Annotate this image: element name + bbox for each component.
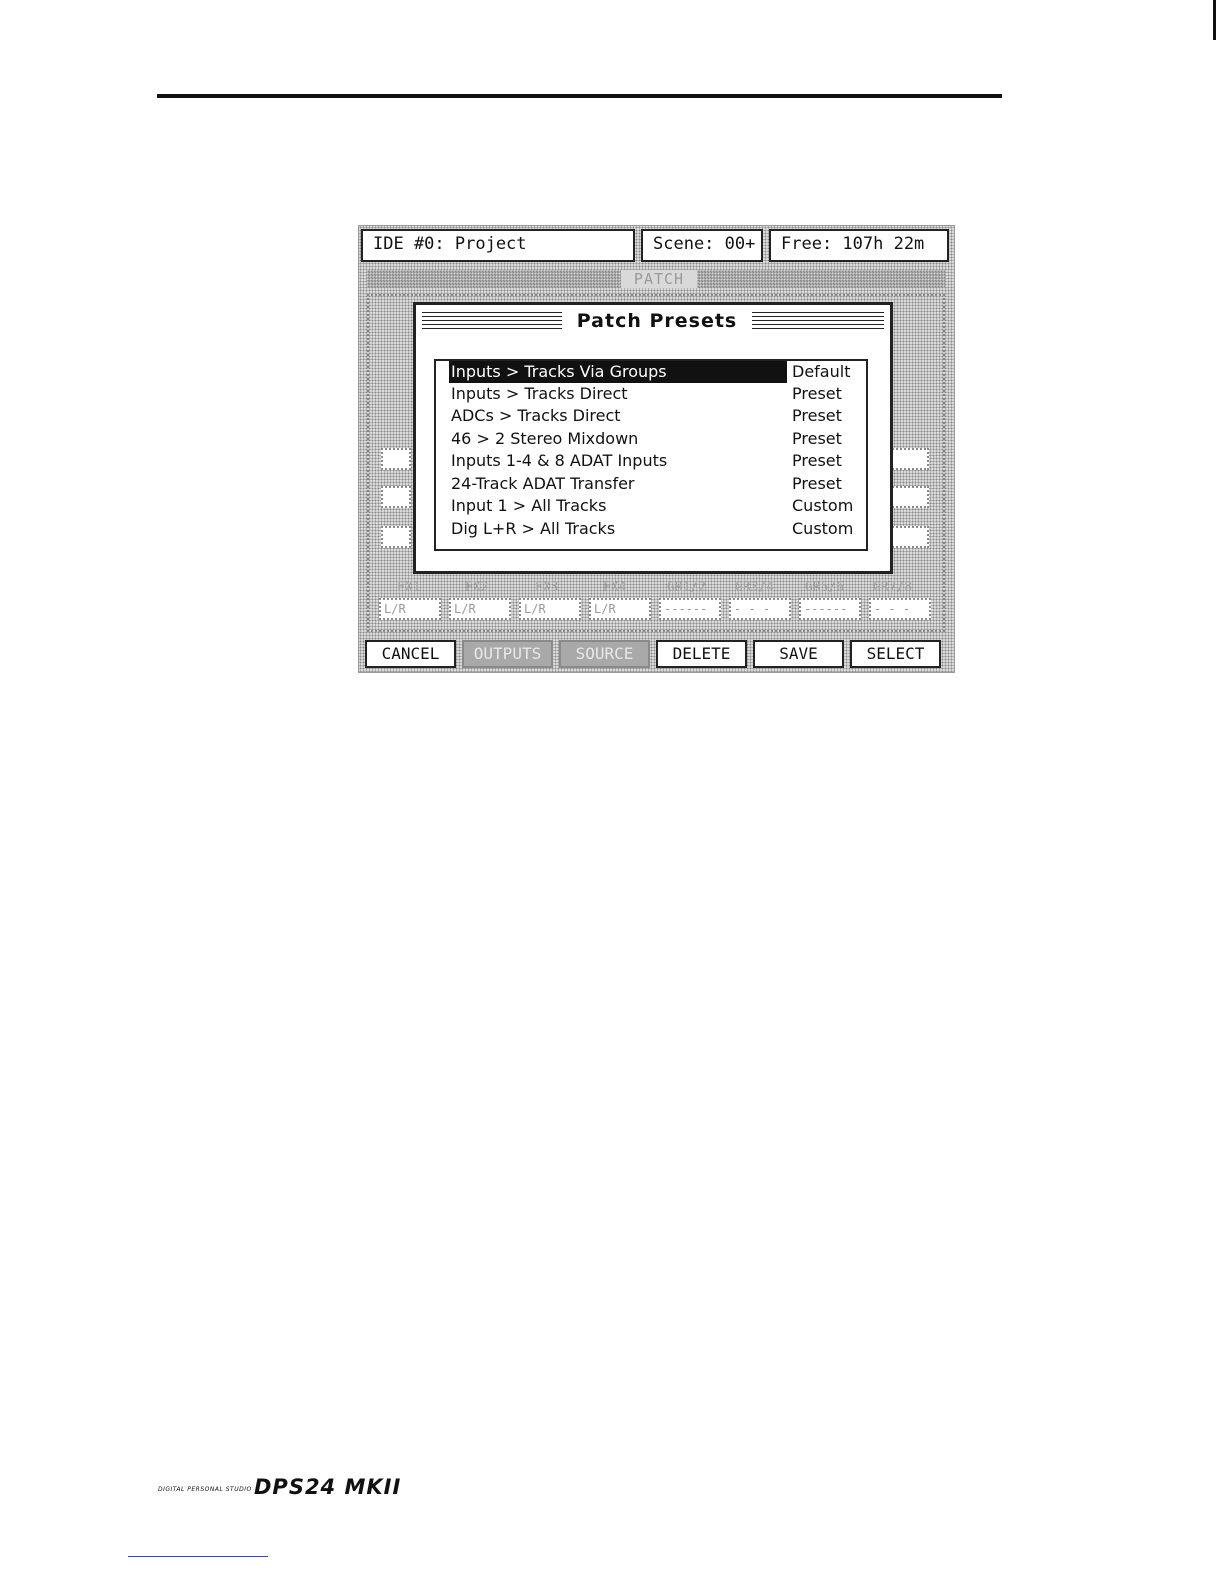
source-button[interactable]: SOURCE	[559, 640, 650, 668]
outputs-button[interactable]: OUTPUTS	[462, 640, 553, 668]
cancel-button[interactable]: CANCEL	[365, 640, 456, 668]
fx-slot[interactable]: L/R	[589, 598, 651, 620]
fx-label: FX1	[397, 580, 421, 595]
footer-subtitle: DIGITAL PERSONAL STUDIO	[158, 1486, 252, 1493]
preset-row[interactable]: Inputs > Tracks Direct Preset	[449, 383, 854, 405]
fx-label: FX4	[603, 580, 627, 595]
preset-name: Inputs > Tracks Direct	[451, 384, 628, 403]
routing-slot[interactable]	[889, 448, 929, 470]
preset-name: Input 1 > All Tracks	[451, 496, 607, 515]
delete-button[interactable]: DELETE	[656, 640, 747, 668]
fx-slot[interactable]: L/R	[379, 598, 441, 620]
preset-type: Custom	[792, 519, 854, 538]
fx-slot[interactable]: L/R	[519, 598, 581, 620]
preset-type: Preset	[792, 474, 842, 493]
preset-name: ADCs > Tracks Direct	[451, 406, 621, 425]
routing-slot[interactable]	[381, 486, 411, 508]
group-slot[interactable]: ------	[799, 598, 861, 620]
fx-label: FX3	[535, 580, 559, 595]
preset-type: Preset	[792, 406, 842, 425]
save-button[interactable]: SAVE	[753, 640, 844, 668]
select-button[interactable]: SELECT	[850, 640, 941, 668]
title-stripes-left	[422, 312, 562, 330]
project-name-display[interactable]: IDE #0: Project	[361, 229, 635, 262]
preset-type: Custom	[792, 496, 854, 515]
free-space-display: Free: 107h 22m	[769, 229, 949, 262]
fx-slot[interactable]: L/R	[449, 598, 511, 620]
title-stripes-right	[752, 312, 884, 330]
preset-name: 24-Track ADAT Transfer	[451, 474, 635, 493]
preset-list[interactable]: Inputs > Tracks Via Groups Default Input…	[434, 359, 868, 551]
preset-name: 46 > 2 Stereo Mixdown	[451, 429, 639, 448]
group-label: GR1/2	[667, 580, 707, 595]
scene-display[interactable]: Scene: 00+	[641, 229, 763, 262]
preset-name: Inputs 1-4 & 8 ADAT Inputs	[451, 451, 668, 470]
bottom-link-line	[128, 1556, 268, 1557]
device-screen: IDE #0: Project Scene: 00+ Free: 107h 22…	[358, 225, 955, 673]
group-label: GR5/6	[805, 580, 845, 595]
preset-name: Inputs > Tracks Via Groups	[449, 361, 787, 383]
preset-row[interactable]: 46 > 2 Stereo Mixdown Preset	[449, 428, 854, 450]
fx-label: FX2	[465, 580, 489, 595]
preset-row[interactable]: 24-Track ADAT Transfer Preset	[449, 473, 854, 495]
routing-slot[interactable]	[889, 526, 929, 548]
dialog-titlebar: Patch Presets	[422, 309, 884, 333]
patch-title: PATCH	[621, 270, 697, 288]
preset-type: Preset	[792, 384, 842, 403]
routing-slot[interactable]	[381, 448, 411, 470]
group-slot[interactable]: ------	[659, 598, 721, 620]
product-logo: DPS24 MKII	[254, 1475, 402, 1499]
preset-row[interactable]: Dig L+R > All Tracks Custom	[449, 518, 854, 540]
preset-type: Preset	[792, 451, 842, 470]
preset-name: Dig L+R > All Tracks	[451, 519, 616, 538]
preset-row[interactable]: ADCs > Tracks Direct Preset	[449, 405, 854, 427]
page-edge-bar	[1213, 0, 1216, 40]
top-rule	[157, 94, 1002, 98]
preset-type: Default	[792, 362, 851, 381]
group-slot[interactable]: - - -	[869, 598, 931, 620]
routing-slot[interactable]	[889, 486, 929, 508]
routing-slot[interactable]	[381, 526, 411, 548]
patch-presets-dialog: Patch Presets Inputs > Tracks Via Groups…	[413, 302, 893, 574]
group-label: GR3/4	[735, 580, 775, 595]
preset-row[interactable]: Inputs 1-4 & 8 ADAT Inputs Preset	[449, 450, 854, 472]
preset-row[interactable]: Input 1 > All Tracks Custom	[449, 495, 854, 517]
softkey-bar: CANCEL OUTPUTS SOURCE DELETE SAVE SELECT	[363, 640, 951, 670]
preset-type: Preset	[792, 429, 842, 448]
dialog-title: Patch Presets	[562, 309, 752, 333]
preset-row[interactable]: Inputs > Tracks Via Groups Default	[449, 361, 854, 383]
group-slot[interactable]: - - -	[729, 598, 791, 620]
group-label: GR7/8	[873, 580, 913, 595]
